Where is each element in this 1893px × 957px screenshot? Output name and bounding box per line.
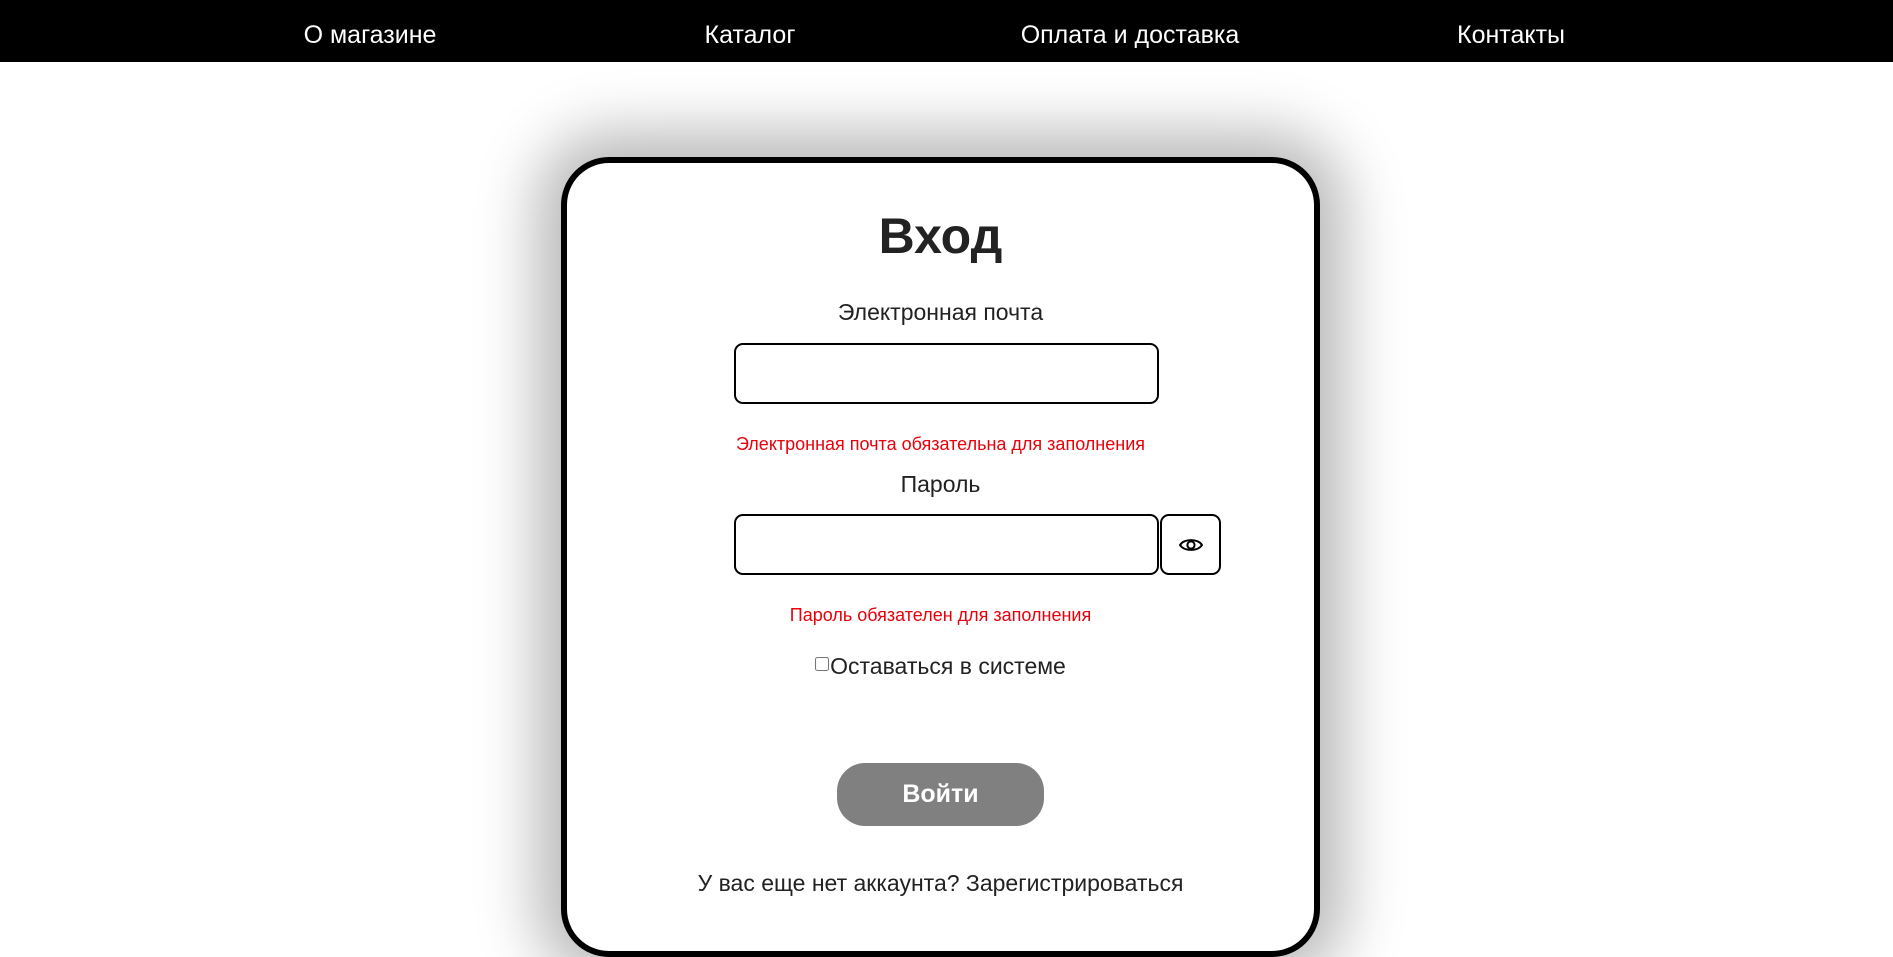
- login-title: Вход: [878, 208, 1003, 264]
- top-navigation: О магазине Каталог Оплата и доставка Кон…: [0, 0, 1893, 62]
- nav-link-about[interactable]: О магазине: [304, 0, 437, 62]
- remember-me: Оставаться в системе: [567, 653, 1314, 680]
- register-prompt: У вас еще нет аккаунта? Зарегистрировать…: [567, 870, 1314, 897]
- password-label: Пароль: [900, 471, 981, 497]
- register-prompt-text: У вас еще нет аккаунта?: [697, 870, 960, 896]
- remember-me-checkbox[interactable]: [815, 657, 830, 671]
- login-card: Вход Электронная почта Электронная почта…: [561, 157, 1320, 957]
- remember-me-label: Оставаться в системе: [830, 653, 1066, 679]
- password-field[interactable]: [734, 514, 1159, 575]
- password-error-message: Пароль обязателен для заполнения: [789, 605, 1092, 625]
- show-password-button[interactable]: [1160, 514, 1221, 575]
- email-error-message: Электронная почта обязательна для заполн…: [735, 434, 1146, 454]
- login-button[interactable]: Войти: [837, 763, 1044, 826]
- nav-link-contacts[interactable]: Контакты: [1457, 0, 1565, 62]
- nav-link-catalog[interactable]: Каталог: [705, 0, 796, 62]
- email-label: Электронная почта: [837, 299, 1044, 325]
- nav-link-payment-delivery[interactable]: Оплата и доставка: [1021, 0, 1240, 62]
- email-field[interactable]: [734, 343, 1159, 404]
- eye-icon: [1178, 538, 1203, 551]
- register-link[interactable]: Зарегистрироваться: [966, 870, 1183, 896]
